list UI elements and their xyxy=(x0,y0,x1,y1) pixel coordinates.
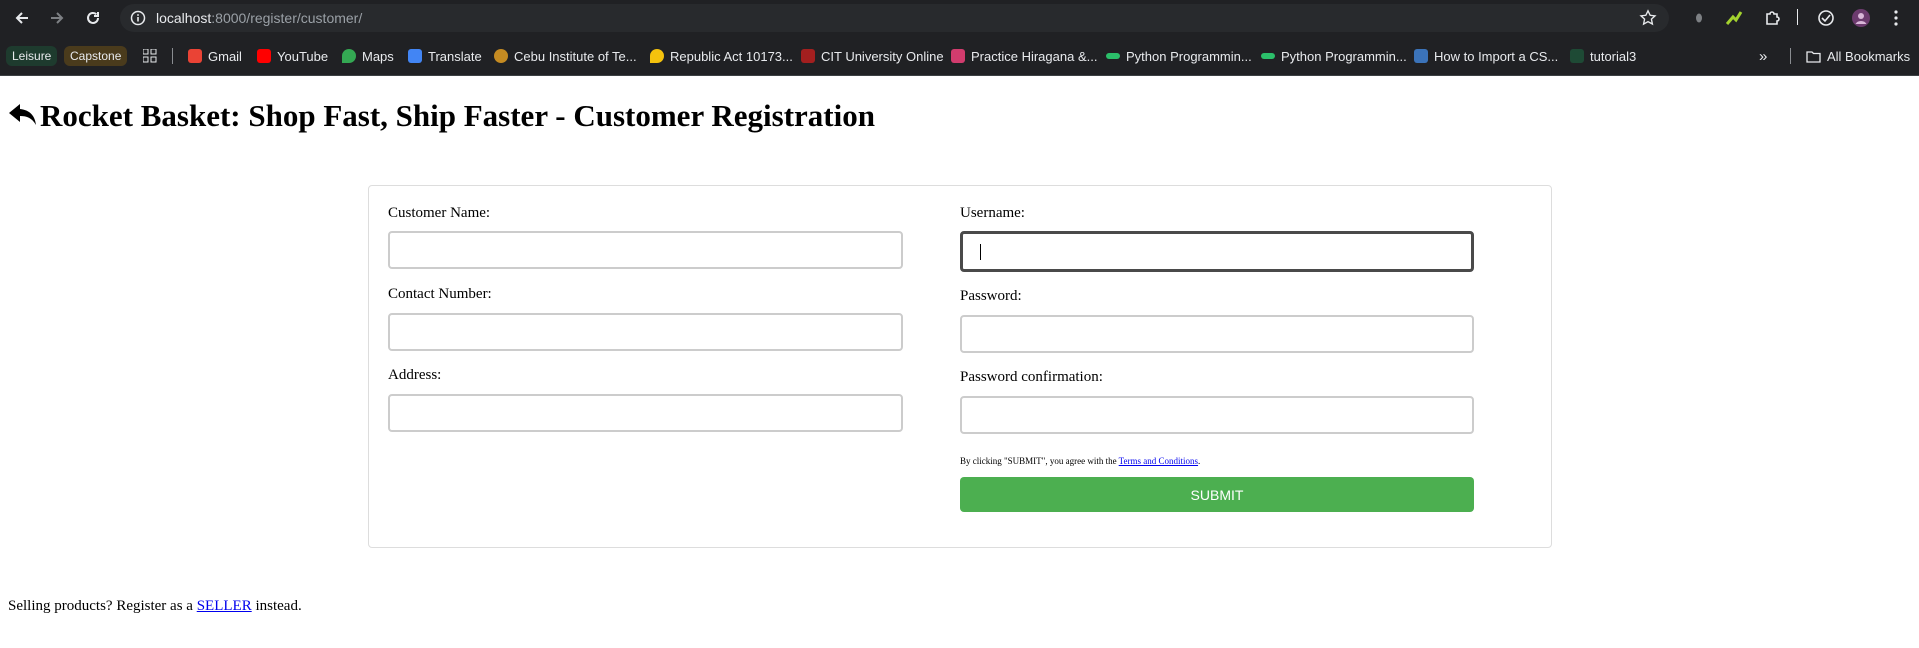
bookmark-label: Maps xyxy=(362,48,394,64)
folder-icon xyxy=(1806,50,1821,63)
customer-name-label: Customer Name: xyxy=(388,205,491,221)
seller-note-suffix: instead. xyxy=(251,598,302,614)
bookmark-label: Cebu Institute of Te... xyxy=(514,48,637,64)
bookmark-label: Python Programmin... xyxy=(1126,48,1252,64)
sync-button[interactable] xyxy=(1816,8,1836,28)
puzzle-icon xyxy=(1766,11,1780,25)
contact-number-label: Contact Number: xyxy=(388,286,492,302)
seller-register-link[interactable]: SELLER xyxy=(197,598,252,614)
bookmark-item[interactable]: Python Programmin... xyxy=(1261,46,1407,66)
bookmark-item[interactable]: Gmail xyxy=(188,46,242,66)
apps-grid-icon[interactable] xyxy=(143,49,157,63)
all-bookmarks-label: All Bookmarks xyxy=(1827,48,1911,64)
page-header: Rocket Basket: Shop Fast, Ship Faster - … xyxy=(8,98,875,134)
bookmark-label: CIT University Online xyxy=(821,48,944,64)
bookmarks-divider xyxy=(172,48,173,64)
terms-suffix: . xyxy=(1198,456,1201,466)
arrow-left-icon xyxy=(15,12,28,24)
hiragana-icon xyxy=(951,49,965,63)
seller-register-note: Selling products? Register as a SELLER i… xyxy=(8,598,302,615)
extension-button[interactable] xyxy=(1724,8,1744,28)
gmail-icon xyxy=(188,49,202,63)
bookmark-item[interactable]: YouTube xyxy=(257,46,328,66)
all-bookmarks-button[interactable]: All Bookmarks xyxy=(1806,46,1910,66)
bookmark-folder-capstone[interactable]: Capstone xyxy=(64,46,128,66)
py-icon xyxy=(1414,49,1428,63)
url-path: :8000/register/customer/ xyxy=(211,10,363,26)
bookmark-item[interactable]: Python Programmin... xyxy=(1106,46,1252,66)
bookmark-label: Republic Act 10173... xyxy=(670,48,793,64)
password-confirmation-input[interactable] xyxy=(960,396,1474,434)
back-arrow-icon[interactable] xyxy=(8,102,38,130)
seller-note-prefix: Selling products? Register as a xyxy=(8,598,197,614)
address-bar[interactable]: localhost:8000/register/customer/ xyxy=(120,4,1669,32)
terms-link[interactable]: Terms and Conditions xyxy=(1119,456,1198,466)
bookmark-folder-leisure[interactable]: Leisure xyxy=(6,46,58,66)
python-icon xyxy=(1261,53,1275,59)
bookmark-label: Python Programmin... xyxy=(1281,48,1407,64)
bookmarks-overflow-button[interactable]: » xyxy=(1759,46,1767,66)
reload-button[interactable] xyxy=(81,6,105,30)
password-input[interactable] xyxy=(960,315,1474,353)
toolbar-divider xyxy=(1797,9,1798,25)
bookmark-label: Gmail xyxy=(208,48,242,64)
bookmark-item[interactable]: Cebu Institute of Te... xyxy=(494,46,637,66)
username-label: Username: xyxy=(960,205,1025,221)
username-input[interactable] xyxy=(960,231,1474,272)
text-caret xyxy=(980,244,981,260)
back-button[interactable] xyxy=(10,6,34,30)
reload-icon xyxy=(87,11,99,24)
pin-icon xyxy=(650,49,664,63)
tutorial-icon xyxy=(1570,49,1584,63)
bookmark-item[interactable]: tutorial3 xyxy=(1570,46,1636,66)
bookmark-label: How to Import a CS... xyxy=(1434,48,1559,64)
sync-icon xyxy=(1818,10,1834,26)
signal-icon xyxy=(1725,11,1743,25)
bookmark-item[interactable]: Translate xyxy=(408,46,482,66)
page-title: Rocket Basket: Shop Fast, Ship Faster - … xyxy=(40,98,875,133)
youtube-icon xyxy=(257,49,271,63)
contact-number-input[interactable] xyxy=(388,313,903,351)
address-label: Address: xyxy=(388,367,442,383)
forward-button[interactable] xyxy=(45,6,69,30)
bookmark-label: Translate xyxy=(428,48,482,64)
maps-icon xyxy=(342,49,356,63)
cit-online-icon xyxy=(801,49,815,63)
terms-notice: By clicking "SUBMIT", you agree with the… xyxy=(960,456,1200,466)
bookmark-item[interactable]: Maps xyxy=(342,46,394,66)
bookmark-label: YouTube xyxy=(277,48,329,64)
bookmarks-divider xyxy=(1790,48,1791,64)
bookmark-star-icon[interactable] xyxy=(1639,9,1657,27)
bookmark-item[interactable]: CIT University Online xyxy=(801,46,944,66)
bookmark-item[interactable]: Republic Act 10173... xyxy=(650,46,793,66)
kebab-menu-icon xyxy=(1894,10,1898,26)
avatar-icon xyxy=(1852,9,1870,27)
bookmark-label: tutorial3 xyxy=(1590,48,1637,64)
terms-prefix: By clicking "SUBMIT", you agree with the xyxy=(960,456,1119,466)
address-input[interactable] xyxy=(388,394,903,432)
extension-dot-icon xyxy=(1696,13,1702,23)
extension-button[interactable] xyxy=(1689,8,1709,28)
password-label: Password: xyxy=(960,288,1022,304)
translate-icon xyxy=(408,49,422,63)
site-info-icon[interactable] xyxy=(130,10,146,26)
submit-button[interactable]: SUBMIT xyxy=(960,477,1474,512)
bookmarks-bar: Leisure Capstone Gmail YouTube Maps Tran… xyxy=(0,36,1919,76)
bookmark-item[interactable]: How to Import a CS... xyxy=(1414,46,1558,66)
chevron-double-right-icon: » xyxy=(1759,47,1768,65)
cit-icon xyxy=(494,49,508,63)
bookmark-item[interactable]: Practice Hiragana &... xyxy=(951,46,1097,66)
password-confirmation-label: Password confirmation: xyxy=(960,369,1103,385)
menu-button[interactable] xyxy=(1886,8,1906,28)
extensions-button[interactable] xyxy=(1762,8,1782,28)
customer-name-input[interactable] xyxy=(388,231,903,269)
bookmark-label: Practice Hiragana &... xyxy=(971,48,1098,64)
profile-avatar[interactable] xyxy=(1851,8,1871,28)
browser-toolbar: localhost:8000/register/customer/ xyxy=(0,0,1919,36)
url-host: localhost xyxy=(156,10,212,26)
arrow-right-icon xyxy=(51,12,64,24)
url-text[interactable]: localhost:8000/register/customer/ xyxy=(156,10,362,26)
python-icon xyxy=(1106,53,1120,59)
